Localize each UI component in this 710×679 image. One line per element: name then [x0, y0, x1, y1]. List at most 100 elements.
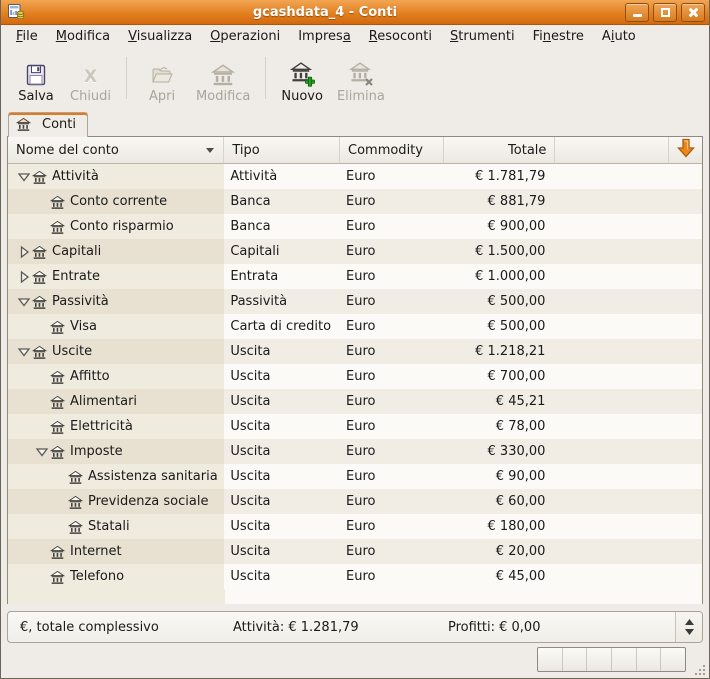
spacer-cell [555, 214, 669, 239]
account-row[interactable]: AffittoUscitaEuro€ 700,00 [8, 364, 702, 389]
menu-item-operazioni[interactable]: Operazioni [201, 26, 289, 47]
progress-bar [537, 647, 686, 672]
action-cell [669, 439, 702, 464]
expander-expanded-icon[interactable] [16, 344, 32, 360]
nuovo-button[interactable]: Nuovo [274, 54, 330, 106]
save-icon [24, 59, 48, 87]
account-row[interactable]: VisaCarta di creditoEuro€ 500,00 [8, 314, 702, 339]
menu-item-modifica[interactable]: Modifica [47, 26, 119, 47]
minimize-button[interactable] [625, 3, 649, 22]
commodity-cell: Euro [340, 264, 444, 289]
spacer-cell [555, 189, 669, 214]
commodity-cell: Euro [340, 189, 444, 214]
account-row[interactable]: Assistenza sanitariaUscitaEuro€ 90,00 [8, 464, 702, 489]
column-header-action[interactable] [669, 137, 702, 164]
tab-conti[interactable]: Conti [8, 112, 88, 137]
account-name: Internet [70, 539, 122, 564]
menu-item-strumenti[interactable]: Strumenti [441, 26, 524, 47]
expander-spacer [34, 369, 50, 385]
column-header-tipo[interactable]: Tipo [224, 137, 340, 164]
total-cell: € 330,00 [444, 439, 556, 464]
account-name: Capitali [52, 239, 101, 264]
column-header-totale[interactable]: Totale [444, 137, 556, 164]
summary-attivita: Attività: € 1.281,79 [233, 612, 448, 642]
titlebar[interactable]: gcashdata_4 - Conti [1, 0, 709, 25]
spacer-cell [555, 464, 669, 489]
account-icon [50, 419, 65, 434]
menu-item-impresa[interactable]: Impresa [289, 26, 360, 47]
account-type-cell: Banca [224, 214, 340, 239]
account-name: Entrate [52, 264, 100, 289]
account-row[interactable]: Previdenza socialeUscitaEuro€ 60,00 [8, 489, 702, 514]
account-icon [32, 269, 47, 284]
salva-button[interactable]: Salva [9, 54, 63, 106]
menu-item-finestre[interactable]: Finestre [524, 26, 593, 47]
menu-item-file[interactable]: File [7, 26, 47, 47]
app-icon [7, 3, 25, 21]
account-type-cell: Uscita [224, 339, 340, 364]
action-cell [669, 514, 702, 539]
spacer-cell [555, 414, 669, 439]
account-row[interactable]: CapitaliCapitaliEuro€ 1.500,00 [8, 239, 702, 264]
commodity-cell: Euro [340, 414, 444, 439]
toolbar-button-label: Salva [18, 89, 54, 104]
account-name: Passività [52, 289, 109, 314]
account-row[interactable]: Conto correnteBancaEuro€ 881,79 [8, 189, 702, 214]
orange-down-arrow-icon [677, 138, 695, 162]
account-row[interactable]: AlimentariUscitaEuro€ 45,21 [8, 389, 702, 414]
spacer-cell [555, 264, 669, 289]
expander-expanded-icon[interactable] [16, 169, 32, 185]
expander-spacer [34, 394, 50, 410]
menu-item-aiuto[interactable]: Aiuto [593, 26, 645, 47]
account-row[interactable]: StataliUscitaEuro€ 180,00 [8, 514, 702, 539]
account-icon [50, 319, 65, 334]
account-name-cell: Capitali [8, 239, 224, 264]
close-button[interactable] [681, 3, 705, 22]
summary-spinner[interactable] [675, 612, 702, 642]
expander-spacer [34, 569, 50, 585]
total-cell: € 45,21 [444, 389, 556, 414]
commodity-cell: Euro [340, 464, 444, 489]
action-cell [669, 414, 702, 439]
maximize-button[interactable] [653, 3, 677, 22]
expander-spacer [34, 319, 50, 335]
account-row[interactable]: Conto risparmioBancaEuro€ 900,00 [8, 214, 702, 239]
menu-item-resoconti[interactable]: Resoconti [360, 26, 441, 47]
status-bar [1, 643, 709, 679]
total-cell: € 1.781,79 [444, 164, 556, 189]
expander-expanded-icon[interactable] [16, 294, 32, 310]
account-row[interactable]: TelefonoUscitaEuro€ 45,00 [8, 564, 702, 589]
column-header-name[interactable]: Nome del conto [8, 137, 224, 164]
column-header-commodity[interactable]: Commodity [340, 137, 444, 164]
account-row[interactable]: EntrateEntrataEuro€ 1.000,00 [8, 264, 702, 289]
total-cell: € 20,00 [444, 539, 556, 564]
action-cell [669, 264, 702, 289]
menu-item-visualizza[interactable]: Visualizza [119, 26, 201, 47]
expander-expanded-icon[interactable] [34, 444, 50, 460]
account-name-cell: Internet [8, 539, 224, 564]
account-icon [50, 369, 65, 384]
summary-profitti: Profitti: € 0,00 [448, 612, 675, 642]
spacer-cell [555, 514, 669, 539]
account-icon [32, 244, 47, 259]
expander-collapsed-icon[interactable] [16, 269, 32, 285]
spacer-cell [555, 439, 669, 464]
account-row[interactable]: ImposteUscitaEuro€ 330,00 [8, 439, 702, 464]
account-row[interactable]: InternetUscitaEuro€ 20,00 [8, 539, 702, 564]
account-row[interactable]: UsciteUscitaEuro€ 1.218,21 [8, 339, 702, 364]
minimize-icon [633, 14, 642, 17]
action-cell [669, 164, 702, 189]
expander-collapsed-icon[interactable] [16, 244, 32, 260]
expander-spacer [52, 519, 68, 535]
open-account-icon [150, 59, 174, 87]
commodity-cell: Euro [340, 364, 444, 389]
spinner-down-icon [685, 629, 694, 635]
account-row[interactable]: ElettricitàUscitaEuro€ 78,00 [8, 414, 702, 439]
account-row[interactable]: PassivitàPassivitàEuro€ 500,00 [8, 289, 702, 314]
account-type-cell: Uscita [224, 414, 340, 439]
commodity-cell: Euro [340, 564, 444, 589]
account-row[interactable]: AttivitàAttivitàEuro€ 1.781,79 [8, 164, 702, 189]
column-header-spacer[interactable] [555, 137, 669, 164]
resize-grip-icon[interactable] [693, 663, 707, 677]
action-cell [669, 389, 702, 414]
